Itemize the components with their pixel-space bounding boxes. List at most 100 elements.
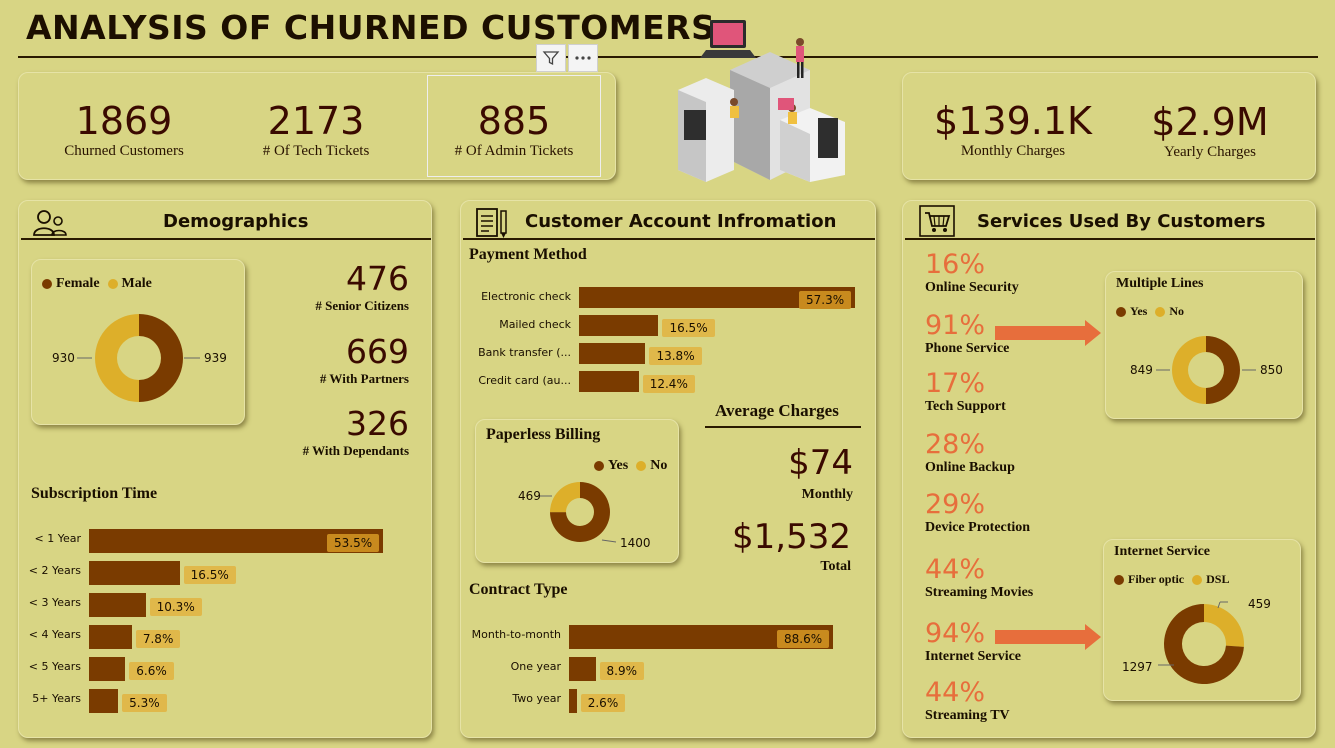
- service-device-protection: 29% Device Protection: [925, 489, 1030, 536]
- kpi-value: 885: [477, 99, 551, 143]
- subscription-row-label: < 2 Years: [28, 564, 81, 577]
- kpi-yearly-charges: $2.9M Yearly Charges: [1117, 100, 1303, 161]
- kpi-label: Monthly Charges: [960, 143, 1066, 159]
- service-pct: 28%: [925, 429, 986, 460]
- kpi-label: # Of Admin Tickets: [454, 143, 574, 159]
- multiple-lines-card: Multiple Lines Yes No 849 850: [1105, 271, 1303, 419]
- contract-bar[interactable]: [569, 689, 577, 713]
- service-tech-support: 17% Tech Support: [925, 368, 1006, 415]
- subscription-bar[interactable]: [89, 689, 119, 713]
- payment-bar[interactable]: [579, 371, 639, 392]
- contract-bar[interactable]: [569, 657, 596, 681]
- kpi-label: Churned Customers: [64, 143, 184, 159]
- account-divider: [463, 238, 875, 240]
- stat-value: 669: [346, 332, 409, 371]
- contract-row-label: Month-to-month: [471, 628, 561, 641]
- service-streaming-tv: 44% Streaming TV: [925, 677, 1010, 724]
- service-label: Online Backup: [925, 460, 1015, 475]
- demographics-divider: [21, 238, 431, 240]
- donut-no-slice: [550, 482, 580, 513]
- kpi-value: 1869: [75, 99, 173, 143]
- payment-row-label: Credit card (au...: [478, 374, 571, 387]
- female-count-label: 939: [204, 351, 227, 365]
- subscription-data-label: 7.8%: [135, 630, 181, 648]
- average-charges-divider: [705, 426, 861, 428]
- kpi-card-tickets[interactable]: 1869 Churned Customers 2173 # Of Tech Ti…: [18, 72, 616, 180]
- kpi-value: $139.1K: [934, 99, 1092, 143]
- service-label: Device Protection: [925, 520, 1031, 535]
- with-dependants-stat: 326 # With Dependants: [259, 404, 409, 459]
- service-streaming-movies: 44% Streaming Movies: [925, 554, 1033, 601]
- avg-monthly-value: $74: [788, 443, 853, 483]
- service-pct: 17%: [925, 368, 986, 399]
- payment-row-label: Electronic check: [481, 290, 571, 303]
- service-label: Phone Service: [925, 341, 1010, 356]
- payment-row-label: Bank transfer (...: [478, 346, 571, 359]
- account-card: Customer Account Infromation Payment Met…: [460, 200, 876, 738]
- male-count-label: 930: [52, 351, 75, 365]
- contract-type-title: Contract Type: [469, 581, 568, 598]
- donut-dsl-slice: [1204, 604, 1244, 647]
- payment-bar[interactable]: [579, 343, 646, 364]
- senior-citizens-stat: 476 # Senior Citizens: [259, 259, 409, 314]
- internet-dsl-label: 459: [1248, 597, 1271, 611]
- service-label: Internet Service: [925, 649, 1022, 664]
- kpi-card-charges[interactable]: $139.1K Monthly Charges $2.9M Yearly Cha…: [902, 72, 1316, 180]
- subscription-bar[interactable]: [89, 593, 146, 617]
- subscription-row-label: < 3 Years: [28, 596, 81, 609]
- contract-row-label: Two year: [512, 692, 561, 705]
- gender-donut-chart: [77, 314, 200, 402]
- services-card: Services Used By Customers 16% Online Se…: [902, 200, 1316, 738]
- payment-data-label: 57.3%: [799, 290, 852, 309]
- payment-bar[interactable]: [579, 315, 659, 336]
- multiple-lines-no-label: 849: [1130, 363, 1153, 377]
- payment-method-title: Payment Method: [469, 246, 587, 263]
- kpi-tech-tickets: 2173 # Of Tech Tickets: [231, 99, 401, 160]
- subscription-bar[interactable]: [89, 561, 180, 585]
- stat-label: # With Partners: [319, 371, 409, 386]
- subscription-data-label: 16.5%: [183, 566, 236, 584]
- service-label: Online Security: [925, 280, 1019, 295]
- subscription-bar[interactable]: [89, 625, 132, 649]
- kpi-admin-tickets: 885 # Of Admin Tickets: [427, 99, 601, 160]
- more-options-button[interactable]: [568, 44, 598, 72]
- stat-value: 476: [346, 259, 409, 298]
- people-icon: [33, 210, 67, 236]
- demographics-title: Demographics: [163, 211, 309, 232]
- title-divider: [18, 56, 1318, 58]
- service-label: Streaming TV: [925, 708, 1010, 723]
- kpi-monthly-charges: $139.1K Monthly Charges: [923, 99, 1103, 160]
- subscription-time-title: Subscription Time: [31, 485, 158, 502]
- kpi-label: # Of Tech Tickets: [262, 143, 370, 159]
- subscription-row-label: < 1 Year: [34, 532, 82, 545]
- contract-row-label: One year: [510, 660, 561, 673]
- kpi-churned: 1869 Churned Customers: [39, 99, 209, 160]
- subscription-time-chart: < 1 Year 53.5% < 2 Years 16.5% < 3 Years 10.3…: [19, 529, 433, 719]
- subscription-data-label: 10.3%: [149, 598, 202, 616]
- gender-donut-card: Female Male 930 939: [31, 259, 245, 425]
- stat-label: # With Dependants: [302, 443, 409, 458]
- service-pct: 16%: [925, 249, 986, 280]
- donut-female-slice: [139, 314, 183, 402]
- services-title: Services Used By Customers: [977, 211, 1266, 232]
- contract-type-chart: Month-to-month 88.6% One year 8.9% Two year 2…: [461, 625, 877, 725]
- donut-male-slice: [95, 314, 139, 402]
- service-label: Streaming Movies: [925, 585, 1034, 600]
- kpi-label: Yearly Charges: [1164, 144, 1256, 160]
- filter-button[interactable]: [536, 44, 566, 72]
- account-title: Customer Account Infromation: [525, 211, 837, 232]
- more-options-icon: [575, 56, 591, 60]
- internet-fiber-label: 1297: [1122, 660, 1153, 674]
- contract-data-label: 8.9%: [599, 662, 645, 680]
- internet-service-arrow: [995, 624, 1101, 650]
- avg-monthly-label: Monthly: [801, 487, 853, 502]
- contract-data-label: 88.6%: [777, 630, 830, 648]
- paperless-yes-label: 1400: [620, 536, 651, 550]
- service-pct: 29%: [925, 489, 986, 520]
- services-divider: [905, 238, 1315, 240]
- demographics-card: Demographics Female Male 930 939 476 # S…: [18, 200, 432, 738]
- subscription-bar[interactable]: [89, 657, 126, 681]
- paperless-billing-card: Paperless Billing Yes No 469 1400: [475, 419, 679, 563]
- internet-service-card: Internet Service Fiber optic DSL 1297 45…: [1103, 539, 1301, 701]
- multiple-lines-donut-chart: [1156, 336, 1256, 404]
